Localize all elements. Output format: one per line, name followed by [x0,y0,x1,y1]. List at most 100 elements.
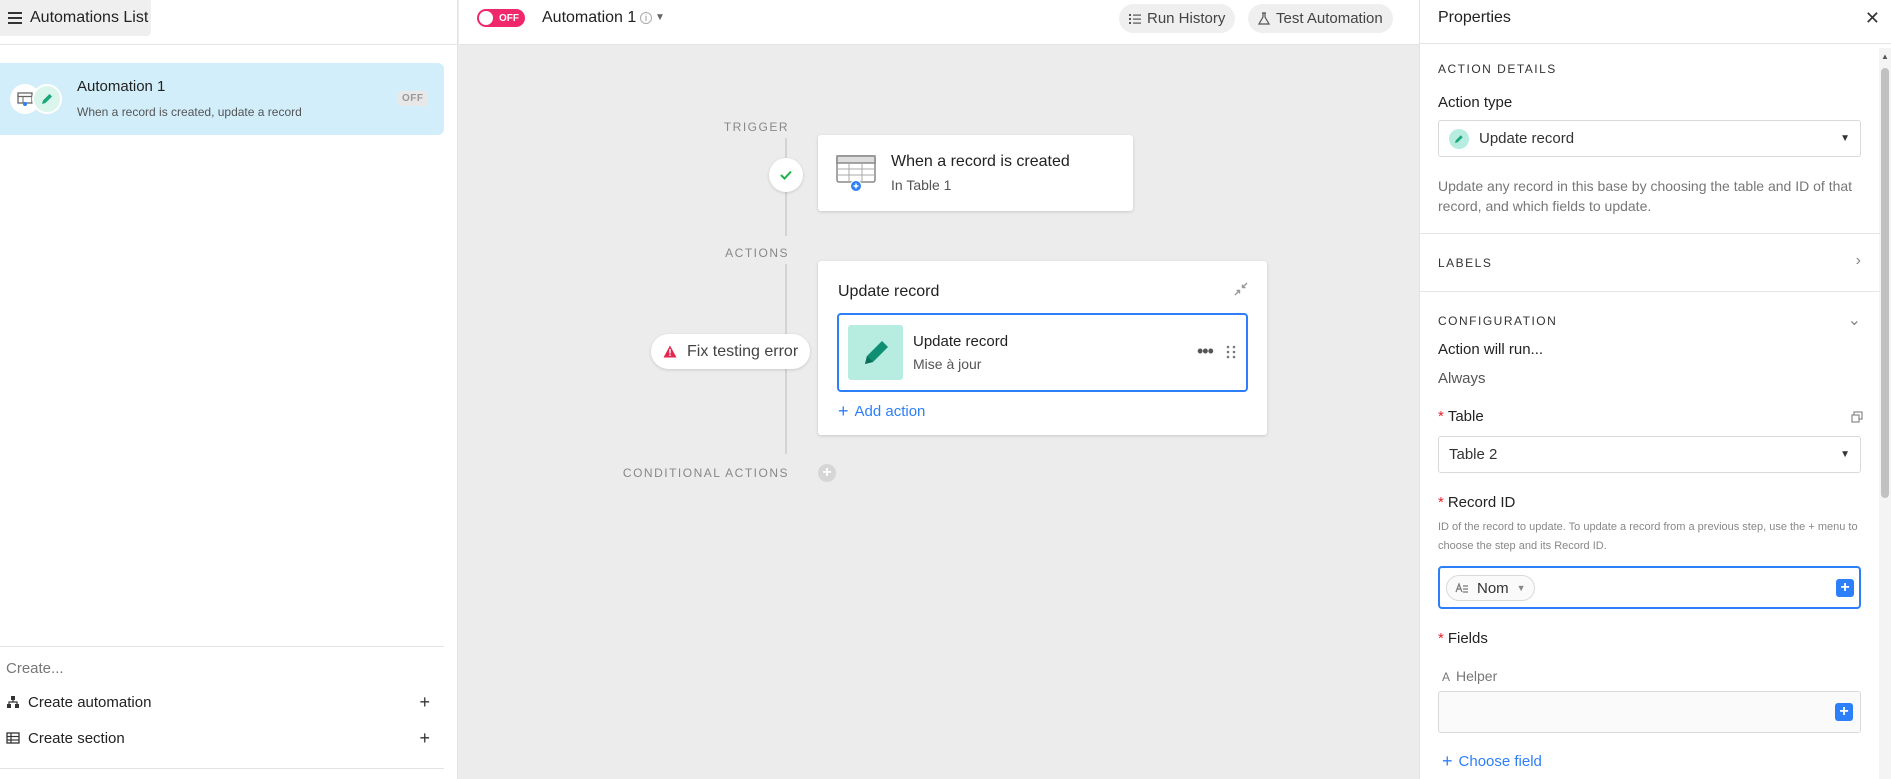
automation-icons [10,84,62,114]
divider [0,44,458,45]
drag-handle-icon[interactable] [1226,345,1236,359]
action-details-heading: ACTION DETAILS [1438,62,1557,76]
create-section-label: Create section [28,729,125,747]
insert-plus-icon[interactable]: + [1836,579,1854,597]
chevron-down-icon: ▼ [1516,583,1526,593]
automation-list-item[interactable]: Automation 1 When a record is created, u… [0,63,444,135]
copy-icon[interactable] [1851,410,1863,428]
scrollbar-thumb[interactable] [1881,68,1889,498]
action-subtitle: Mise à jour [913,356,982,372]
divider [1420,233,1880,234]
chevron-down-icon[interactable]: ▼ [655,12,665,23]
scroll-up-icon[interactable]: ▲ [1881,52,1889,61]
chevron-down-icon[interactable]: ⌄ [1848,310,1861,330]
trigger-status-check-icon [769,158,803,192]
divider [0,646,444,647]
record-id-help: ID of the record to update. To update a … [1438,521,1858,552]
action-type-select[interactable]: Update record ▼ [1438,120,1861,157]
actions-section-label: ACTIONS [725,246,789,260]
actions-card: Update record Update record Mise à jour … [818,261,1267,435]
fix-testing-error-button[interactable]: Fix testing error [651,334,811,369]
plus-icon: + [1442,751,1453,771]
automations-list-title: Automations List [30,9,149,26]
choose-field-button[interactable]: + Choose field [1442,751,1542,772]
fields-label-text: Fields [1447,630,1488,647]
automations-list-header[interactable]: Automations List [0,0,151,36]
required-mark: * [1438,494,1444,511]
text-field-icon: A [1442,670,1451,684]
grid-icon [6,731,20,745]
plus-icon: + [419,727,430,748]
text-field-icon [1455,582,1469,594]
create-label: Create... [6,660,64,677]
labels-section[interactable]: LABELS [1438,256,1492,270]
status-badge: OFF [398,91,428,106]
table-select[interactable]: Table 2 ▼ [1438,436,1861,473]
info-icon[interactable]: i [640,12,652,24]
choose-field-label: Choose field [1458,753,1542,770]
pencil-icon [32,84,62,114]
list-icon [1129,13,1141,25]
record-id-token-label: Nom [1477,579,1509,597]
record-id-token[interactable]: Nom ▼ [1446,575,1535,601]
required-mark: * [1438,630,1444,647]
record-id-label: * Record ID [1438,494,1515,511]
flow-line [785,264,787,334]
insert-plus-icon[interactable]: + [1835,703,1853,721]
test-automation-button[interactable]: Test Automation [1248,4,1393,33]
flow-line [785,138,787,158]
hamburger-icon [8,12,22,24]
chevron-down-icon: ▼ [1840,133,1850,144]
automation-name: Automation 1 [77,78,166,95]
action-title: Update record [913,333,1009,350]
create-section-button[interactable]: Create section + [6,726,430,750]
table-label: * Table [1438,408,1484,425]
trigger-card[interactable]: When a record is created In Table 1 [818,135,1133,211]
more-options-icon[interactable]: ••• [1197,341,1214,362]
properties-header: Properties ✕ [1420,0,1891,44]
properties-title: Properties [1438,9,1511,26]
record-id-input[interactable]: Nom ▼ + [1438,566,1861,609]
action-will-run-label: Action will run... [1438,341,1544,358]
action-type-label: Action type [1438,94,1513,111]
flow-line [785,369,787,454]
update-record-action[interactable]: Update record Mise à jour ••• [837,313,1248,392]
record-id-label-text: Record ID [1447,494,1516,511]
create-automation-button[interactable]: Create automation + [6,690,430,714]
helper-label-text: Helper [1456,668,1498,684]
helper-label: A Helper [1442,668,1497,684]
plus-icon: + [419,691,430,712]
configuration-section[interactable]: CONFIGURATION [1438,314,1557,328]
automation-topbar: OFF Automation 1 i ▼ Run History Test Au… [459,0,1419,45]
hierarchy-icon [6,695,20,709]
automation-toggle[interactable]: OFF [477,9,525,27]
action-description: Update any record in this base by choosi… [1438,178,1853,214]
required-mark: * [1438,408,1444,425]
scrollbar[interactable]: ▲ [1879,48,1891,779]
conditional-actions-label: CONDITIONAL ACTIONS [622,466,789,480]
plus-icon: + [838,401,849,421]
actions-card-title: Update record [838,283,940,300]
automation-canvas: TRIGGER ACTIONS CONDITIONAL ACTIONS When… [459,46,1419,779]
flask-icon [1258,11,1270,26]
fields-label: * Fields [1438,630,1488,647]
table-icon [836,153,876,193]
automation-title[interactable]: Automation 1 [542,9,636,27]
test-automation-label: Test Automation [1276,10,1383,27]
table-value: Table 2 [1449,446,1498,463]
close-icon[interactable]: ✕ [1865,8,1880,29]
chevron-right-icon[interactable]: › [1856,252,1861,270]
run-history-button[interactable]: Run History [1119,4,1236,33]
helper-field-input[interactable]: + [1438,691,1861,733]
pencil-icon [1449,128,1469,149]
trigger-subtitle: In Table 1 [891,177,952,193]
add-action-button[interactable]: + Add action [838,401,925,422]
create-automation-label: Create automation [28,693,152,711]
add-conditional-action-plus-icon[interactable]: + [818,464,836,482]
fix-testing-error-label: Fix testing error [687,342,799,360]
action-type-value: Update record [1479,130,1575,147]
chevron-down-icon: ▼ [1840,449,1850,460]
collapse-icon[interactable] [1233,281,1249,300]
action-will-run-value[interactable]: Always [1438,370,1486,387]
run-history-label: Run History [1147,10,1226,27]
